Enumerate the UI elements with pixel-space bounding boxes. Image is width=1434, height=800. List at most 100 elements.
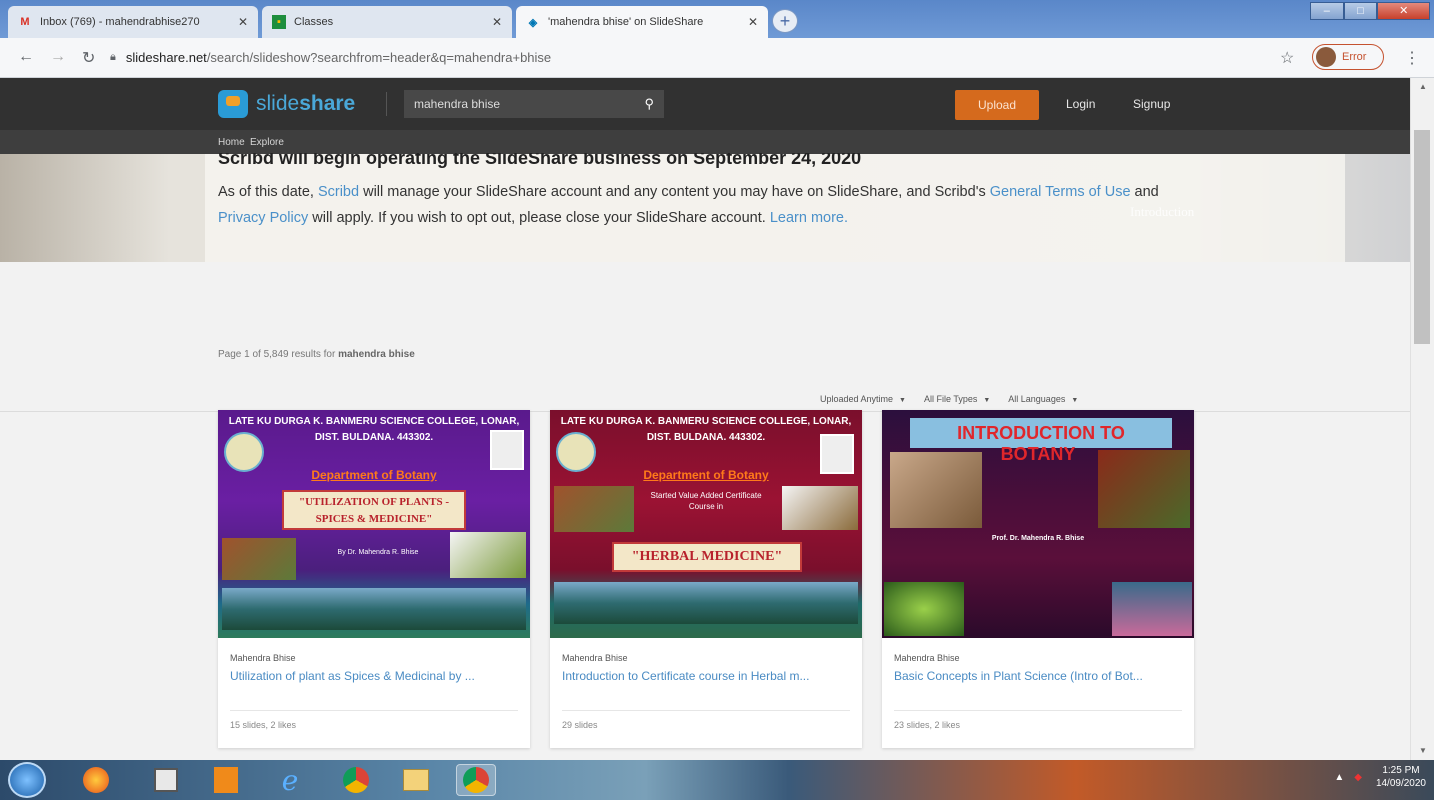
slideshare-logo[interactable]: slide share: [218, 90, 355, 118]
card-title[interactable]: Basic Concepts in Plant Science (Intro o…: [894, 669, 1184, 683]
minimize-button[interactable]: –: [1310, 2, 1344, 20]
chrome-active-icon[interactable]: [456, 764, 496, 796]
logo-mark-icon: [218, 90, 248, 118]
close-icon[interactable]: ✕: [492, 15, 502, 29]
file-explorer-icon[interactable]: [396, 764, 436, 796]
card-author[interactable]: Mahendra Bhise: [562, 653, 628, 663]
chevron-down-icon: ▼: [899, 397, 906, 404]
filter-upload-date[interactable]: Uploaded Anytime ▼: [820, 394, 906, 404]
search-input[interactable]: mahendra bhise ⚲: [404, 90, 664, 118]
close-icon[interactable]: ✕: [238, 15, 248, 29]
thumb-image: [782, 486, 858, 530]
thumb-lake-image: [554, 582, 858, 624]
tab-label: Inbox (769) - mahendrabhise270: [40, 16, 200, 28]
internet-explorer-icon[interactable]: ℯ: [270, 764, 310, 796]
thumb-heading: LATE KU DURGA K. BANMERU SCIENCE COLLEGE…: [560, 416, 852, 443]
thumb-image: [1112, 582, 1192, 636]
filter-label: Uploaded Anytime: [820, 394, 894, 404]
logo-text-1: slide: [256, 92, 300, 115]
reload-icon[interactable]: ↻: [82, 48, 95, 68]
search-icon[interactable]: ⚲: [644, 96, 654, 112]
card-title[interactable]: Introduction to Certificate course in He…: [562, 669, 852, 683]
filter-bar: Uploaded Anytime ▼ All File Types ▼ All La…: [820, 394, 1096, 404]
tab-inbox[interactable]: M Inbox (769) - mahendrabhise270 ✕: [8, 6, 258, 38]
nav-home[interactable]: Home: [218, 137, 245, 148]
result-card[interactable]: LATE KU DURGA K. BANMERU SCIENCE COLLEGE…: [550, 410, 862, 748]
clock-date: 14/09/2020: [1375, 778, 1426, 789]
scroll-down-icon[interactable]: ▼: [1419, 746, 1427, 755]
thumb-title-box: "UTILIZATION OF PLANTS - SPICES & MEDICI…: [282, 490, 466, 530]
window-controls: – □ ✕: [1310, 2, 1431, 22]
network-icon[interactable]: ◆: [1354, 772, 1362, 783]
upload-button[interactable]: Upload: [955, 90, 1039, 120]
result-card[interactable]: LATE KU DURGA K. BANMERU SCIENCE COLLEGE…: [218, 410, 530, 748]
thumb-image: [890, 452, 982, 528]
slide-thumbnail[interactable]: INTRODUCTION TO BOTANY Prof. Dr. Mahendr…: [882, 410, 1194, 638]
slide-thumbnail[interactable]: LATE KU DURGA K. BANMERU SCIENCE COLLEGE…: [550, 410, 862, 638]
scribd-link[interactable]: Scribd: [318, 184, 359, 200]
chrome-icon[interactable]: [336, 764, 376, 796]
notice-text-part: will apply. If you wish to opt out, plea…: [308, 210, 770, 226]
tab-label: 'mahendra bhise' on SlideShare: [548, 16, 704, 28]
thumb-image: [884, 582, 964, 636]
learn-more-link[interactable]: Learn more.: [770, 210, 848, 226]
firefox-icon[interactable]: [76, 764, 116, 796]
thumb-title-box: "HERBAL MEDICINE": [612, 542, 802, 572]
avatar: [1316, 47, 1336, 67]
site-header: slide share mahendra bhise ⚲ Upload Login…: [0, 78, 1410, 130]
clock-time: 1:25 PM: [1382, 765, 1420, 776]
gmail-icon: M: [20, 16, 30, 28]
new-tab-button[interactable]: +: [772, 9, 798, 33]
url-host: slideshare.net: [125, 49, 207, 65]
card-meta: 15 slides, 2 likes: [230, 720, 297, 730]
notice-text-part: As of this date,: [218, 184, 318, 200]
login-link[interactable]: Login: [1066, 97, 1095, 111]
privacy-link[interactable]: Privacy Policy: [218, 210, 308, 226]
slide-thumbnail[interactable]: LATE KU DURGA K. BANMERU SCIENCE COLLEGE…: [218, 410, 530, 638]
card-meta: 23 slides, 2 likes: [894, 720, 961, 730]
result-card[interactable]: INTRODUCTION TO BOTANY Prof. Dr. Mahendr…: [882, 410, 1194, 748]
start-button[interactable]: [8, 762, 46, 798]
notice-title: Scribd will begin operating the SlideSha…: [218, 153, 862, 168]
back-icon[interactable]: ←: [18, 48, 34, 66]
filter-label: All File Types: [923, 394, 978, 404]
forward-icon[interactable]: →: [50, 48, 66, 66]
profile-button[interactable]: Error: [1312, 44, 1384, 70]
card-author[interactable]: Mahendra Bhise: [894, 653, 960, 663]
address-bar: ← → ↻ 🔒︎ slideshare.net /search/slidesho…: [0, 38, 1434, 78]
tab-label: Classes: [294, 16, 334, 28]
filter-language[interactable]: All Languages ▼: [1008, 394, 1078, 404]
clock[interactable]: 1:25 PM 14/09/2020: [1376, 764, 1426, 790]
slideshare-icon: ◈: [528, 16, 538, 29]
tab-slideshare[interactable]: ◈ 'mahendra bhise' on SlideShare ✕: [516, 6, 768, 38]
card-divider: [562, 710, 850, 711]
page-scrollbar[interactable]: ▲ ▼: [1410, 78, 1434, 760]
thumb-image: [1098, 450, 1190, 528]
signup-link[interactable]: Signup: [1133, 97, 1170, 111]
logo-text-2: share: [299, 92, 356, 115]
search-value: mahendra bhise: [414, 97, 501, 111]
office-app-icon[interactable]: [206, 764, 246, 796]
thumb-started-text: Started Value Added Certificate Course i…: [650, 491, 762, 511]
card-divider: [230, 710, 518, 711]
nav-explore[interactable]: Explore: [250, 137, 284, 148]
bookmark-star-icon[interactable]: ☆: [1280, 48, 1294, 68]
tab-classes[interactable]: ▪ Classes ✕: [262, 6, 512, 38]
card-author[interactable]: Mahendra Bhise: [230, 653, 296, 663]
thumb-heading: LATE KU DURGA K. BANMERU SCIENCE COLLEGE…: [228, 416, 520, 443]
maximize-button[interactable]: □: [1343, 2, 1378, 20]
window-close-button[interactable]: ✕: [1377, 2, 1431, 20]
divider: [386, 92, 387, 116]
thumb-image: [222, 538, 296, 580]
news-app-icon[interactable]: [146, 764, 186, 796]
filter-file-type[interactable]: All File Types ▼: [924, 394, 990, 404]
scroll-up-icon[interactable]: ▲: [1419, 82, 1427, 91]
card-title[interactable]: Utilization of plant as Spices & Medicin…: [230, 669, 520, 683]
thumb-department: Department of Botany: [311, 468, 437, 482]
author-photo: [490, 430, 524, 470]
browser-menu-icon[interactable]: ⋮: [1404, 48, 1420, 68]
url-field[interactable]: 🔒︎ slideshare.net /search/slideshow?sear…: [110, 44, 1270, 70]
close-icon[interactable]: ✕: [748, 15, 758, 29]
scrollbar-thumb[interactable]: [1414, 130, 1430, 344]
tray-arrow-icon[interactable]: ▲: [1334, 772, 1344, 783]
